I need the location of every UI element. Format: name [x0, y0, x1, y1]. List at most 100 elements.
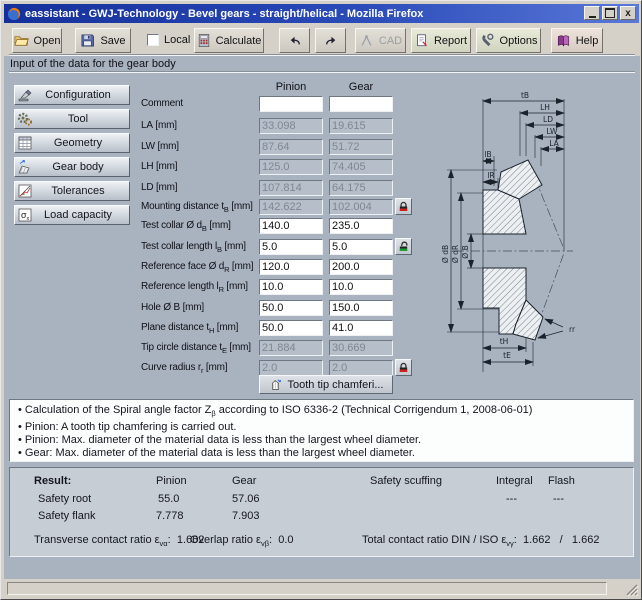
options-label: Options [500, 35, 538, 47]
result-row-label: Safety flank [38, 510, 95, 522]
test-collar-diameter-pinion-input[interactable] [259, 218, 323, 234]
la-gear-input [329, 118, 393, 134]
sidebar-item-tolerances[interactable]: Tolerances [14, 181, 130, 201]
mounting-distance-lock-button[interactable] [395, 198, 412, 215]
mounting-distance-pinion-input [259, 199, 323, 215]
section-title: Input of the data for the gear body [10, 58, 176, 70]
column-header-gear: Gear [329, 81, 393, 93]
dim-label-B: Ø B [461, 245, 470, 258]
maximize-button[interactable] [602, 6, 618, 20]
dim-label-LH: LH [540, 103, 550, 112]
la-pinion-input [259, 118, 323, 134]
local-label: Local [164, 34, 190, 46]
chamfer-button-label: Tooth tip chamferi... [288, 379, 384, 391]
calculate-label: Calculate [216, 35, 262, 47]
field-label-plane-distance: Plane distance tH [mm] [141, 320, 259, 339]
tooth-tip-chamfer-button[interactable]: Tooth tip chamferi... [259, 375, 393, 394]
field-label-lw: LW [mm] [141, 139, 259, 158]
test-collar-length-lock-button[interactable] [395, 238, 412, 255]
report-document-icon [415, 33, 429, 48]
ld-gear-input [329, 180, 393, 196]
options-button[interactable]: Options [476, 28, 541, 53]
report-button[interactable]: Report [411, 28, 471, 53]
safety-root-integral: --- [506, 493, 517, 505]
local-checkbox[interactable] [147, 34, 159, 46]
close-icon: x [625, 8, 631, 19]
column-header-pinion: Pinion [259, 81, 323, 93]
plane-distance-gear-input[interactable] [329, 320, 393, 336]
field-label-tip-circle-distance: Tip circle distance tE [mm] [141, 340, 259, 359]
redo-button[interactable] [315, 28, 346, 53]
lock-closed-icon [397, 200, 410, 213]
safety-root-gear: 57.06 [232, 493, 260, 505]
sidebar-item-tool[interactable]: Tool [14, 109, 130, 129]
test-collar-length-gear-input[interactable] [329, 239, 393, 255]
safety-root-pinion: 55.0 [158, 493, 179, 505]
tolerances-chart-icon [17, 183, 33, 199]
sidebar-item-load-capacity[interactable]: σ x Load capacity [14, 205, 130, 225]
field-label-mounting-distance: Mounting distance tB [mm] [141, 199, 259, 218]
section-separator [9, 71, 635, 73]
lh-gear-input [329, 159, 393, 175]
calculate-button[interactable]: Calculate [194, 28, 264, 53]
reference-face-pinion-input[interactable] [259, 259, 323, 275]
test-collar-diameter-gear-input[interactable] [329, 218, 393, 234]
reference-face-gear-input[interactable] [329, 259, 393, 275]
sidebar-label: Tolerances [33, 185, 129, 197]
field-label-hole: Hole Ø B [mm] [141, 300, 259, 319]
save-button[interactable]: Save [75, 28, 131, 53]
chamfer-icon [269, 378, 283, 392]
result-col-gear: Gear [232, 475, 256, 487]
tip-circle-distance-gear-input [329, 340, 393, 356]
field-label-lh: LH [mm] [141, 159, 259, 178]
curve-radius-lock-button[interactable] [395, 359, 412, 376]
sidebar-item-geometry[interactable]: Geometry [14, 133, 130, 153]
field-label-reference-face: Reference face Ø dR [mm] [141, 259, 259, 278]
lw-pinion-input [259, 139, 323, 155]
result-col-scuffing: Safety scuffing [370, 475, 442, 487]
sidebar-item-gear-body[interactable]: Gear body [14, 157, 130, 177]
comment-gear-input[interactable] [329, 96, 393, 112]
firefox-icon [7, 7, 21, 21]
message-line: • Gear: Max. diameter of the material da… [18, 447, 415, 461]
undo-button[interactable] [279, 28, 310, 53]
reference-length-pinion-input[interactable] [259, 279, 323, 295]
result-col-integral: Integral [496, 475, 533, 487]
sidebar-label: Configuration [33, 89, 129, 101]
sidebar-item-configuration[interactable]: Configuration [14, 85, 130, 105]
open-button[interactable]: Open [12, 28, 62, 53]
cad-icon [359, 34, 374, 48]
dim-label-tH: tH [500, 337, 509, 346]
close-button[interactable]: x [620, 6, 636, 20]
test-collar-length-pinion-input[interactable] [259, 239, 323, 255]
reference-length-gear-input[interactable] [329, 279, 393, 295]
comment-pinion-input[interactable] [259, 96, 323, 112]
overlap-ratio: Overlap ratio εvβ: 0.0 [190, 534, 294, 548]
load-capacity-sigma-icon: σ x [17, 207, 33, 223]
dim-label-lB: lB [484, 150, 491, 159]
help-button[interactable]: Help [551, 28, 603, 53]
curve-radius-gear-input [329, 360, 393, 376]
minimize-icon [589, 16, 596, 18]
minimize-button[interactable] [584, 6, 600, 20]
hole-pinion-input[interactable] [259, 300, 323, 316]
result-col-pinion: Pinion [156, 475, 187, 487]
plane-distance-pinion-input[interactable] [259, 320, 323, 336]
open-folder-icon [14, 33, 29, 48]
hole-gear-input[interactable] [329, 300, 393, 316]
messages-panel: • Calculation of the Spiral angle factor… [9, 399, 634, 462]
safety-root-flash: --- [553, 493, 564, 505]
gear-body-icon [17, 159, 33, 175]
open-label: Open [34, 35, 61, 47]
geometry-grid-icon [17, 135, 33, 151]
lw-gear-input [329, 139, 393, 155]
resize-grip[interactable] [625, 583, 638, 596]
configuration-icon [17, 87, 33, 103]
ld-pinion-input [259, 180, 323, 196]
field-label-test-collar-length: Test collar length lB [mm] [141, 239, 259, 258]
save-disk-icon [80, 33, 95, 48]
dim-label-tE: tE [503, 351, 511, 360]
transverse-contact-ratio: Transverse contact ratio εvα: 1.662 [34, 534, 204, 548]
field-label-test-collar-diameter: Test collar Ø dB [mm] [141, 218, 259, 237]
window-title: eassistant - GWJ-Technology - Bevel gear… [25, 8, 423, 20]
